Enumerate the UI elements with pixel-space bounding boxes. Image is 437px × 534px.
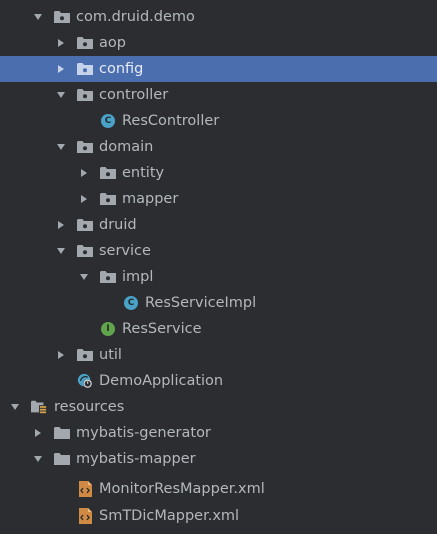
- tree-item-smtdicmapper-xml[interactable]: SmTDicMapper.xml: [0, 503, 437, 529]
- tree-item-monitorresmapper-xml[interactable]: MonitorResMapper.xml: [0, 476, 437, 502]
- interface-badge: I: [101, 322, 115, 336]
- package-folder-icon: [77, 87, 93, 103]
- chevron-right-icon[interactable]: [54, 30, 68, 56]
- package-folder-icon: [77, 35, 93, 51]
- chevron-right-icon[interactable]: [77, 186, 91, 212]
- tree-item-resservice[interactable]: I ResService: [0, 316, 437, 342]
- tree-item-label: mapper: [122, 191, 179, 207]
- tree-item-domain[interactable]: domain: [0, 134, 437, 160]
- xml-file-icon: [77, 508, 93, 524]
- tree-item-config[interactable]: config: [0, 56, 437, 82]
- tree-item-label: controller: [99, 87, 169, 103]
- tree-item-label: domain: [99, 139, 154, 155]
- package-folder-icon: [100, 269, 116, 285]
- chevron-down-icon[interactable]: [77, 264, 91, 290]
- package-folder-icon: [54, 9, 70, 25]
- chevron-right-icon[interactable]: [54, 56, 68, 82]
- tree-item-label: util: [99, 347, 122, 363]
- tree-item-label: ResController: [122, 113, 220, 129]
- tree-item-mybatis-generator[interactable]: mybatis-generator: [0, 420, 437, 446]
- package-folder-icon: [77, 243, 93, 259]
- chevron-down-icon[interactable]: [31, 4, 45, 30]
- tree-item-resserviceimpl[interactable]: C ResServiceImpl: [0, 290, 437, 316]
- package-folder-icon: [77, 61, 93, 77]
- project-tree: com.druid.demo aop config controller C R…: [0, 0, 437, 534]
- tree-item-service[interactable]: service: [0, 238, 437, 264]
- tree-item-label: service: [99, 243, 151, 259]
- tree-item-label: mybatis-mapper: [76, 451, 196, 467]
- tree-item-label: MonitorResMapper.xml: [99, 481, 265, 497]
- tree-item-impl[interactable]: impl: [0, 264, 437, 290]
- chevron-down-icon[interactable]: [54, 238, 68, 264]
- package-folder-icon: [100, 191, 116, 207]
- tree-item-util[interactable]: util: [0, 342, 437, 368]
- tree-item-label: resources: [54, 399, 125, 415]
- tree-item-mybatis-mapper[interactable]: mybatis-mapper: [0, 446, 437, 472]
- tree-item-label: com.druid.demo: [76, 9, 195, 25]
- chevron-down-icon[interactable]: [54, 82, 68, 108]
- tree-item-resources[interactable]: resources: [0, 394, 437, 420]
- folder-icon: [54, 451, 70, 467]
- tree-item-label: config: [99, 61, 144, 77]
- tree-item-druid[interactable]: druid: [0, 212, 437, 238]
- tree-item-label: entity: [122, 165, 165, 181]
- package-folder-icon: [77, 217, 93, 233]
- tree-item-controller[interactable]: controller: [0, 82, 437, 108]
- package-folder-icon: [77, 347, 93, 363]
- tree-item-label: mybatis-generator: [76, 425, 211, 441]
- package-folder-icon: [77, 139, 93, 155]
- chevron-right-icon[interactable]: [31, 420, 45, 446]
- chevron-down-icon[interactable]: [8, 394, 22, 420]
- java-class-icon: C: [123, 295, 139, 311]
- tree-item-label: ResServiceImpl: [145, 295, 257, 311]
- chevron-down-icon[interactable]: [54, 134, 68, 160]
- tree-item-com-druid-demo[interactable]: com.druid.demo: [0, 4, 437, 30]
- tree-item-label: impl: [122, 269, 154, 285]
- class-badge: C: [124, 296, 138, 310]
- tree-item-demoapplication[interactable]: DemoApplication: [0, 368, 437, 394]
- resources-folder-icon: [31, 399, 47, 415]
- chevron-down-icon[interactable]: [31, 446, 45, 472]
- tree-item-label: DemoApplication: [99, 373, 224, 389]
- folder-icon: [54, 425, 70, 441]
- chevron-right-icon[interactable]: [54, 342, 68, 368]
- tree-item-label: SmTDicMapper.xml: [99, 508, 240, 524]
- tree-item-label: ResService: [122, 321, 202, 337]
- xml-file-icon: [77, 481, 93, 497]
- tree-item-mapper[interactable]: mapper: [0, 186, 437, 212]
- chevron-right-icon[interactable]: [54, 212, 68, 238]
- tree-item-label: aop: [99, 35, 126, 51]
- tree-item-entity[interactable]: entity: [0, 160, 437, 186]
- chevron-right-icon[interactable]: [77, 160, 91, 186]
- spring-boot-application-icon: [77, 373, 93, 389]
- tree-item-label: druid: [99, 217, 137, 233]
- class-badge: C: [101, 114, 115, 128]
- java-class-icon: C: [100, 113, 116, 129]
- java-interface-icon: I: [100, 321, 116, 337]
- tree-item-aop[interactable]: aop: [0, 30, 437, 56]
- tree-item-rescontroller[interactable]: C ResController: [0, 108, 437, 134]
- package-folder-icon: [100, 165, 116, 181]
